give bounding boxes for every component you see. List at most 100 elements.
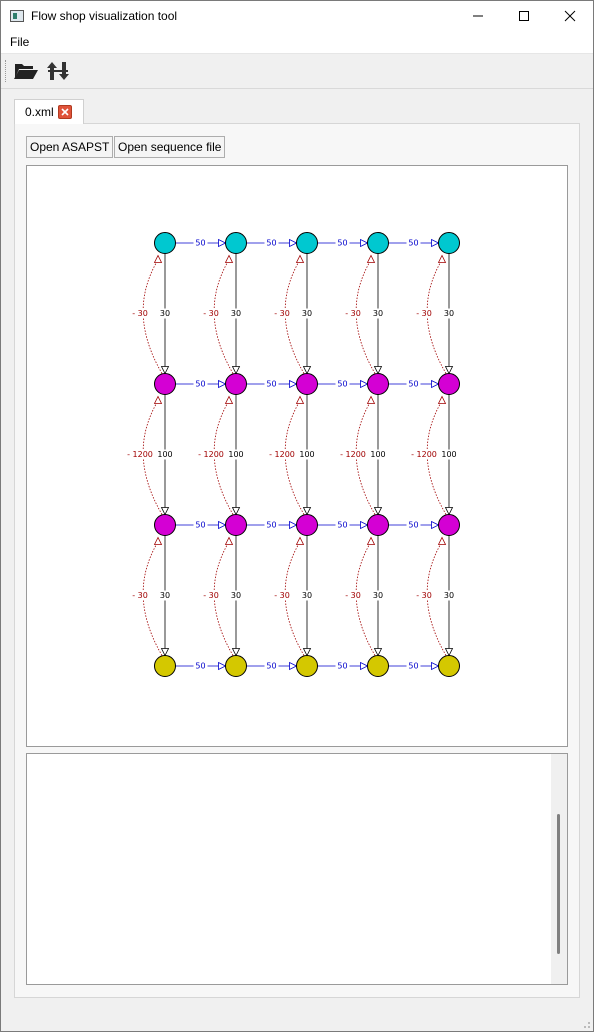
graph-node (367, 373, 389, 395)
arrowhead-icon (289, 379, 298, 389)
arrowhead-icon (444, 366, 454, 375)
edge-label: 50 (337, 521, 347, 530)
edge-label: 30 (302, 309, 312, 318)
arrowhead-icon (160, 648, 170, 657)
graph-node (154, 232, 176, 254)
arrowhead-icon (295, 254, 305, 263)
app-icon (10, 10, 24, 22)
edge-label: 50 (195, 521, 205, 530)
edge-label: 30 (373, 309, 383, 318)
graph-node (154, 655, 176, 677)
graph-node (438, 232, 460, 254)
window-title: Flow shop visualization tool (31, 9, 178, 23)
close-icon (61, 108, 69, 116)
menu-file[interactable]: File (10, 35, 29, 49)
toolbar (1, 54, 593, 89)
edge-label: - 30 (416, 591, 432, 600)
edge-label: 100 (228, 450, 243, 459)
maximize-icon (519, 11, 529, 21)
log-scrollbar[interactable] (551, 754, 567, 984)
close-button[interactable] (547, 1, 593, 31)
graph-node (296, 373, 318, 395)
edge-label: 100 (157, 450, 172, 459)
open-asapst-button[interactable]: Open ASAPST (26, 136, 114, 158)
edge-label: - 30 (274, 591, 290, 600)
graph-node (438, 655, 460, 677)
log-output[interactable] (26, 753, 568, 985)
maximize-button[interactable] (501, 1, 547, 31)
edge-label: - 30 (203, 591, 219, 600)
edge-label: 30 (160, 309, 170, 318)
arrowhead-icon (437, 254, 447, 263)
edge-label: - 1200 (198, 450, 224, 459)
arrowhead-icon (373, 507, 383, 516)
graph-node (225, 655, 247, 677)
arrowhead-icon (444, 648, 454, 657)
graph-node (367, 232, 389, 254)
edge-label: - 30 (416, 309, 432, 318)
edge-label: 50 (195, 662, 205, 671)
graph-view[interactable]: 50 50 50 50 50 50 50 50 50 50 50 50 50 50 50 50 30 - 30 30… (26, 165, 568, 747)
minimize-button[interactable] (455, 1, 501, 31)
edge-label: 50 (408, 380, 418, 389)
app-window: Flow shop visualization tool File 0.xml … (0, 0, 594, 1032)
edge-label: - 30 (274, 309, 290, 318)
arrowhead-icon (153, 395, 163, 404)
edge-label: 30 (373, 591, 383, 600)
edge-label: 100 (370, 450, 385, 459)
graph-node (154, 373, 176, 395)
arrowhead-icon (431, 238, 440, 248)
arrowhead-icon (231, 648, 241, 657)
edge-label: - 1200 (411, 450, 437, 459)
arrowhead-icon (160, 366, 170, 375)
arrowhead-icon (437, 395, 447, 404)
graph-node (438, 514, 460, 536)
scrollbar-thumb[interactable] (557, 814, 560, 954)
edge-label: 30 (302, 591, 312, 600)
arrowhead-icon (366, 254, 376, 263)
arrowhead-icon (360, 520, 369, 530)
arrowhead-icon (218, 379, 227, 389)
graph-node (296, 232, 318, 254)
minimize-icon (473, 15, 483, 17)
edge-label: 30 (231, 591, 241, 600)
graph-node (154, 514, 176, 536)
arrowhead-icon (153, 254, 163, 263)
reorder-button[interactable] (44, 58, 72, 84)
tab-close-button[interactable] (58, 105, 72, 119)
edge-label: 50 (266, 380, 276, 389)
edge-label: 50 (266, 521, 276, 530)
arrowhead-icon (231, 366, 241, 375)
title-bar[interactable]: Flow shop visualization tool (1, 1, 593, 31)
open-file-button[interactable] (12, 58, 40, 84)
arrowhead-icon (360, 379, 369, 389)
edge-label: 50 (408, 521, 418, 530)
edge-label: 30 (160, 591, 170, 600)
edge-label: 30 (444, 591, 454, 600)
edge-label: 50 (266, 239, 276, 248)
edge-label: - 30 (132, 591, 148, 600)
arrowhead-icon (160, 507, 170, 516)
graph-node (296, 514, 318, 536)
arrowhead-icon (224, 254, 234, 263)
resize-grip-icon[interactable] (581, 1019, 591, 1029)
edge-label: 50 (195, 380, 205, 389)
arrowhead-icon (218, 661, 227, 671)
arrowhead-icon (302, 507, 312, 516)
arrowhead-icon (295, 536, 305, 545)
arrowhead-icon (231, 507, 241, 516)
edge-label: 30 (444, 309, 454, 318)
reorder-arrows-icon (47, 62, 69, 80)
graph-node (296, 655, 318, 677)
edge-label: 100 (299, 450, 314, 459)
toolbar-grip[interactable] (5, 60, 8, 82)
tab-0-xml[interactable]: 0.xml (14, 99, 84, 124)
edge-label: 50 (337, 239, 347, 248)
edge-label: 30 (231, 309, 241, 318)
open-sequence-file-button[interactable]: Open sequence file (114, 136, 226, 158)
edge-label: - 1200 (269, 450, 295, 459)
edge-label: - 30 (203, 309, 219, 318)
arrowhead-icon (360, 238, 369, 248)
graph-node (438, 373, 460, 395)
arrowhead-icon (431, 379, 440, 389)
